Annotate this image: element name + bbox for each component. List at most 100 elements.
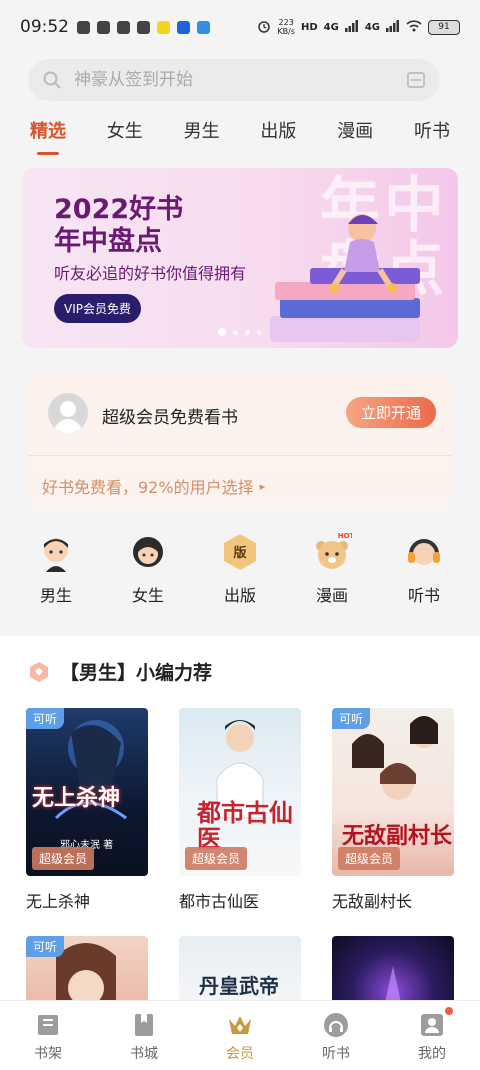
tab-male[interactable]: 男生 <box>184 117 220 147</box>
book-grid: 无上杀神 邪心未泯 著 可听 超级会员 无上杀神 都市古仙医 超级会员 都市古仙… <box>26 708 456 1016</box>
category-tabs: 精选 女生 男生 出版 漫画 听书 <box>0 110 480 154</box>
comic-icon: HOT <box>316 532 352 569</box>
search-bar[interactable] <box>28 59 440 101</box>
carousel-dot[interactable] <box>218 328 226 336</box>
cover-title: 无敌副村长 <box>342 824 453 849</box>
category-label: 出版 <box>223 586 256 605</box>
section-header: 【男生】小编力荐 <box>28 658 212 685</box>
net-speed: 223 KB/s <box>277 18 295 36</box>
headphone-icon <box>408 539 440 565</box>
category-publish[interactable]: 版 漫画 出版 <box>204 532 276 612</box>
bookshelf-icon <box>38 1015 58 1035</box>
vip-promo-text: 好书免费看，92%的用户选择 <box>42 478 254 497</box>
status-right: 223 KB/s HD 4G 4G 91 <box>257 18 460 36</box>
notification-dot <box>445 1007 453 1015</box>
publish-glyph: 版 <box>233 545 246 561</box>
book-card[interactable]: 无敌副村长 可听 超级会员 无敌副村长 <box>332 708 454 912</box>
vip-badge: 超级会员 <box>32 847 95 870</box>
app-icon <box>137 20 150 34</box>
network-4g-icon: 4G <box>323 21 339 33</box>
carousel-indicator <box>218 328 262 336</box>
banner-subtitle: 听友必追的好书你值得拥有 <box>54 264 247 283</box>
notification-icons <box>77 20 210 34</box>
book-title[interactable]: 无敌副村长 <box>332 888 454 912</box>
category-label: 听书 <box>407 586 440 605</box>
search-input[interactable] <box>62 70 406 90</box>
status-time: 09:52 <box>20 17 69 37</box>
book-cover[interactable]: 无敌副村长 可听 超级会员 <box>332 708 454 876</box>
battery-icon: 91 <box>428 19 460 35</box>
wifi-icon <box>406 19 422 35</box>
tab-audiobook[interactable]: 听书 <box>414 117 450 147</box>
hot-badge: HOT <box>338 532 352 540</box>
cover-title: 都市古仙医 <box>197 799 293 853</box>
tab-publish[interactable]: 出版 <box>260 117 296 147</box>
book-title[interactable]: 都市古仙医 <box>179 888 301 912</box>
tab-featured[interactable]: 精选 <box>30 117 66 147</box>
book-cover[interactable]: 都市古仙医 超级会员 <box>179 708 301 876</box>
banner-illustration <box>270 214 420 342</box>
book-cover[interactable]: 无上杀神 邪心未泯 著 可听 超级会员 <box>26 708 148 876</box>
nav-bookshelf[interactable]: 书架 <box>13 1011 83 1070</box>
signal-icon <box>386 19 400 35</box>
tab-female[interactable]: 女生 <box>107 117 143 147</box>
avatar[interactable] <box>48 393 88 433</box>
nav-audiobook[interactable]: 听书 <box>301 1011 371 1070</box>
app-icon <box>197 20 210 34</box>
banner-title-line1: 2022好书 <box>54 194 184 225</box>
banner-title-line2: 年中盘点 <box>54 226 162 257</box>
headphone-nav-icon <box>324 1013 348 1037</box>
search-icon <box>43 71 61 89</box>
category-audiobook[interactable]: 听书 <box>388 532 460 612</box>
vip-card: 超级会员免费看书 立即开通 好书免费看，92%的用户选择 ▸ <box>28 373 452 513</box>
bottom-navigation: 书架 书城 会员 听书 我的 <box>0 1000 480 1070</box>
banner-vip-button[interactable]: VIP会员免费 <box>54 294 141 323</box>
vip-promo-link[interactable]: 好书免费看，92%的用户选择 ▸ <box>42 474 265 498</box>
tiktok-icon <box>97 20 110 34</box>
vip-badge: 超级会员 <box>338 847 401 870</box>
category-shortcuts: 男生 女生 版 漫画 出版 HOT 漫画 听书 <box>0 532 480 612</box>
activate-vip-button[interactable]: 立即开通 <box>346 397 436 428</box>
promo-banner[interactable]: 年中盘点 2022好书 年中盘点 听友必追的好书你值得拥有 VIP会员免费 <box>22 168 458 348</box>
category-label: 男生 <box>39 586 72 605</box>
profile-icon <box>421 1014 443 1036</box>
status-left: 09:52 <box>20 17 210 37</box>
divider <box>28 455 452 456</box>
chevron-right-icon: ▸ <box>259 479 266 493</box>
carousel-dot[interactable] <box>245 329 250 335</box>
scan-icon[interactable] <box>406 70 426 90</box>
listenable-badge: 可听 <box>26 708 65 729</box>
banner-title: 2022好书 年中盘点 <box>54 194 183 258</box>
nav-bookstore[interactable]: 书城 <box>109 1011 179 1070</box>
alarm-icon <box>257 19 271 36</box>
book-card[interactable]: 无上杀神 邪心未泯 著 可听 超级会员 无上杀神 <box>26 708 148 912</box>
listenable-badge: 可听 <box>332 708 371 729</box>
category-girl[interactable]: 女生 <box>112 532 184 612</box>
nav-label: 书架 <box>34 1046 62 1062</box>
listenable-badge: 可听 <box>26 936 65 957</box>
nav-label: 我的 <box>418 1046 446 1062</box>
net-speed-value: 223 <box>278 18 294 27</box>
section-title: 【男生】小编力荐 <box>60 662 213 684</box>
category-boy[interactable]: 男生 <box>20 532 92 612</box>
app-icon <box>157 20 170 34</box>
category-label: 漫画 <box>315 586 348 605</box>
boy-icon <box>44 538 68 572</box>
category-comic[interactable]: HOT 漫画 <box>296 532 368 612</box>
nav-profile[interactable]: 我的 <box>397 1007 467 1070</box>
carousel-dot[interactable] <box>233 329 238 335</box>
diamond-icon <box>30 661 48 682</box>
nav-label: 听书 <box>322 1046 350 1062</box>
nav-vip[interactable]: 会员 <box>205 1011 275 1070</box>
tab-comic[interactable]: 漫画 <box>337 117 373 147</box>
carousel-dot[interactable] <box>257 329 262 335</box>
app-icon <box>117 20 130 34</box>
crown-icon <box>229 1016 251 1034</box>
book-title[interactable]: 无上杀神 <box>26 888 148 912</box>
cover-title: 无上杀神 <box>32 786 121 811</box>
girl-icon <box>133 537 163 567</box>
book-card[interactable]: 都市古仙医 超级会员 都市古仙医 <box>179 708 301 912</box>
nav-label: 书城 <box>130 1046 158 1062</box>
status-bar: 09:52 223 KB/s HD 4G 4G 91 <box>0 0 480 54</box>
vip-badge: 超级会员 <box>185 847 248 870</box>
